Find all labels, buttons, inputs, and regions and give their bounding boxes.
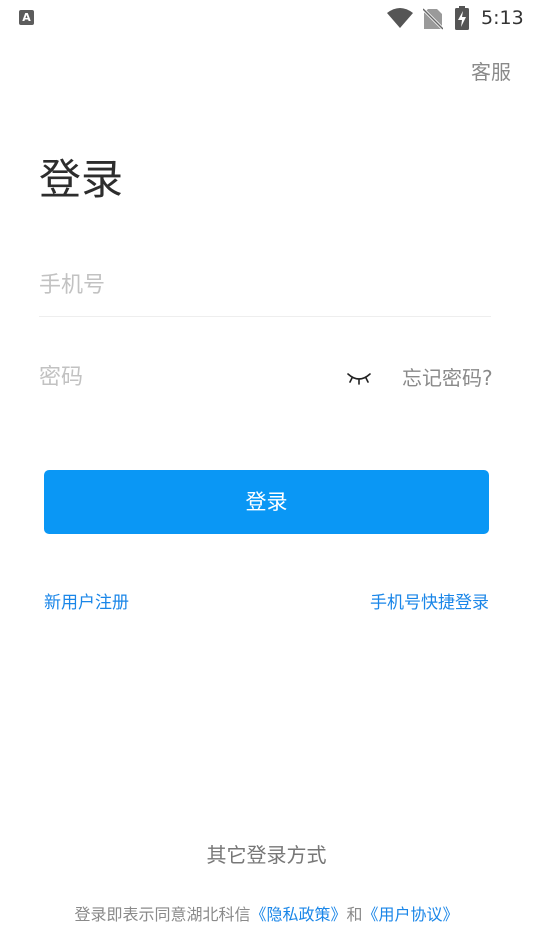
- quick-login-link[interactable]: 手机号快捷登录: [370, 590, 489, 616]
- other-login-methods[interactable]: 其它登录方式: [0, 840, 533, 870]
- login-button[interactable]: 登录: [44, 470, 489, 534]
- wifi-icon: [387, 8, 413, 28]
- eye-closed-icon[interactable]: [346, 368, 372, 388]
- register-link[interactable]: 新用户注册: [44, 590, 129, 616]
- no-sim-icon: [423, 8, 443, 30]
- phone-input[interactable]: [39, 256, 491, 316]
- forgot-password-link[interactable]: 忘记密码?: [402, 348, 493, 408]
- agreement-text: 登录即表示同意湖北科信《隐私政策》和《用户协议》: [0, 902, 533, 928]
- login-screen: A 5:13 客服 登录 忘记密码? 登录: [0, 0, 533, 949]
- password-field: 忘记密码?: [39, 348, 493, 408]
- privacy-policy-link[interactable]: 《隐私政策》: [250, 905, 346, 924]
- status-time: 5:13: [481, 7, 524, 29]
- page-title: 登录: [39, 155, 124, 204]
- battery-charging-icon: [455, 6, 469, 30]
- agreement-conjunction: 和: [346, 905, 363, 924]
- status-bar: A 5:13: [0, 0, 533, 38]
- notification-a-icon: A: [19, 10, 34, 25]
- phone-field: [39, 256, 491, 317]
- password-input[interactable]: [39, 348, 329, 408]
- agreement-prefix: 登录即表示同意湖北科信: [74, 905, 251, 924]
- customer-service-button[interactable]: 客服: [471, 58, 511, 86]
- user-agreement-link[interactable]: 《用户协议》: [363, 905, 459, 924]
